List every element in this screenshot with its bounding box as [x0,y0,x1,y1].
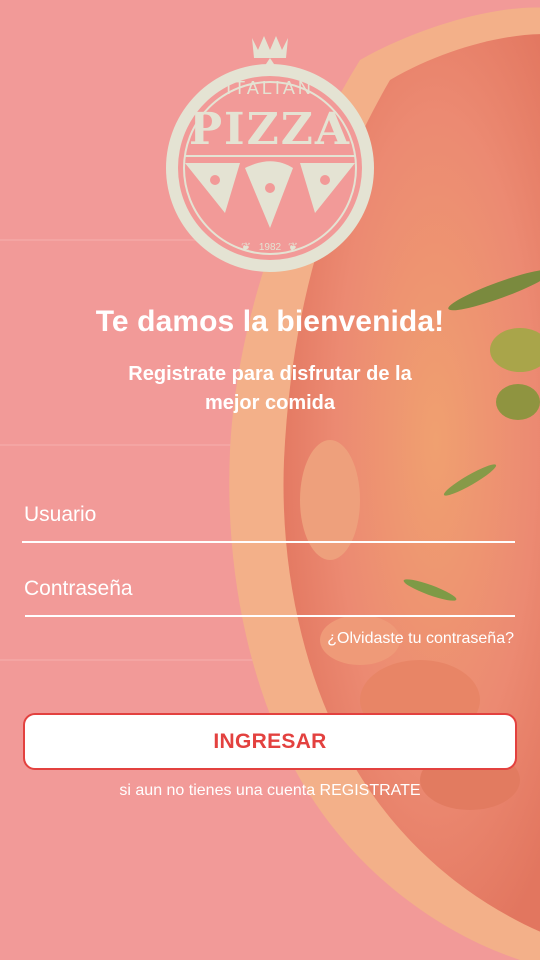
welcome-title: Te damos la bienvenida! [95,305,445,338]
password-input[interactable] [22,567,515,611]
forgot-password-link[interactable]: ¿Olvidaste tu contraseña? [327,630,514,648]
logo-top-text: ITALIAN [226,78,314,98]
italian-pizza-logo: ITALIAN PIZZA 1982 ❦ ❦ [145,28,395,278]
password-underline [25,615,515,617]
svg-text:❦: ❦ [288,240,298,254]
username-field[interactable] [22,493,515,543]
username-underline [22,541,515,543]
login-button[interactable]: INGRESAR [23,713,517,770]
register-prompt-text: si aun no tienes una cuenta [119,782,316,799]
register-link[interactable]: REGISTRATE [320,782,421,799]
logo-main-text: PIZZA [189,104,351,155]
username-input[interactable] [22,493,515,537]
register-prompt: si aun no tienes una cuenta REGISTRATE [0,782,540,800]
svg-text:❦: ❦ [241,240,251,254]
password-field[interactable] [22,567,515,617]
logo-year: 1982 [259,242,282,253]
welcome-subtitle: Registrate para disfrutar de la mejor co… [128,363,412,414]
